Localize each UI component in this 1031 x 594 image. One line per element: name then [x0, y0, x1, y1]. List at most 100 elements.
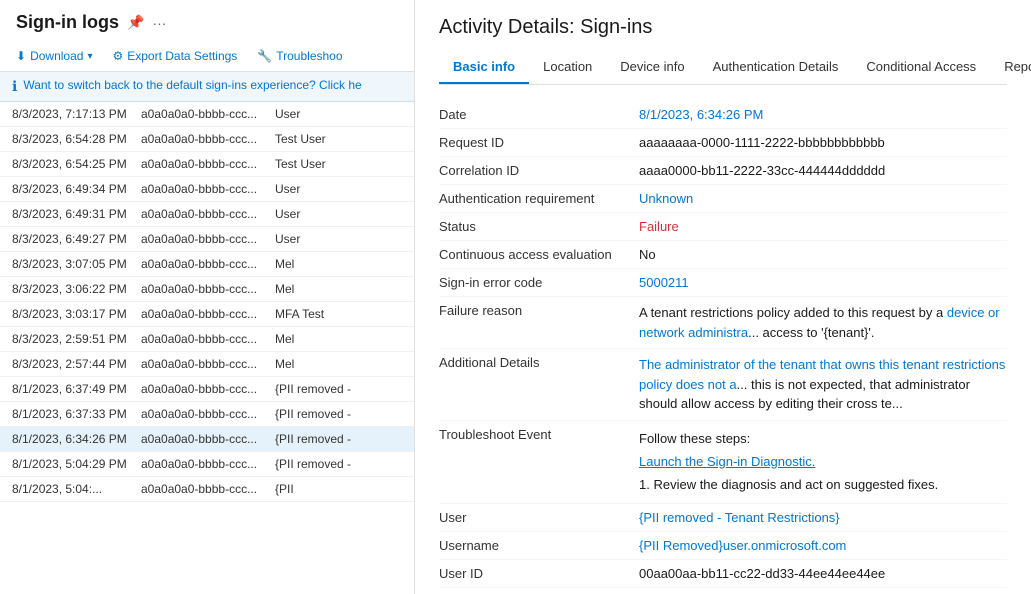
table-row[interactable]: 8/3/2023, 6:49:34 PM a0a0a0a0-bbbb-ccc..… [0, 177, 414, 202]
detail-value: Failure [639, 219, 1007, 234]
detail-value: No [639, 247, 1007, 262]
table-row[interactable]: 8/3/2023, 7:17:13 PM a0a0a0a0-bbbb-ccc..… [0, 102, 414, 127]
table-row[interactable]: 8/3/2023, 3:06:22 PM a0a0a0a0-bbbb-ccc..… [0, 277, 414, 302]
tab-authentication-details[interactable]: Authentication Details [699, 51, 853, 84]
detail-value: 00aa00aa-bb11-cc22-dd33-44ee44ee44ee [639, 566, 1007, 581]
log-id: a0a0a0a0-bbbb-ccc... [141, 132, 271, 146]
detail-label: Username [439, 538, 639, 553]
chevron-down-icon: ▾ [87, 51, 92, 62]
detail-label: Date [439, 107, 639, 122]
log-date: 8/3/2023, 6:54:25 PM [12, 157, 137, 171]
tab-device-info[interactable]: Device info [606, 51, 698, 84]
detail-row: Correlation IDaaaa0000-bb11-2222-33cc-44… [439, 157, 1007, 185]
table-row[interactable]: 8/3/2023, 6:54:25 PM a0a0a0a0-bbbb-ccc..… [0, 152, 414, 177]
table-row[interactable]: 8/1/2023, 6:37:33 PM a0a0a0a0-bbbb-ccc..… [0, 402, 414, 427]
failure-reason-text: A tenant restrictions policy added to th… [639, 305, 1000, 340]
troubleshoot-follow: Follow these steps: [639, 427, 1007, 450]
detail-row: Troubleshoot Event Follow these steps: L… [439, 421, 1007, 504]
detail-value[interactable]: Unknown [639, 191, 1007, 206]
log-id: a0a0a0a0-bbbb-ccc... [141, 282, 271, 296]
table-row[interactable]: 8/1/2023, 6:37:49 PM a0a0a0a0-bbbb-ccc..… [0, 377, 414, 402]
log-user: Mel [275, 282, 402, 296]
log-date: 8/1/2023, 6:37:33 PM [12, 407, 137, 421]
log-id: a0a0a0a0-bbbb-ccc... [141, 457, 271, 471]
tab-basic-info[interactable]: Basic info [439, 51, 529, 84]
troubleshoot-button[interactable]: 🔧 Troubleshoo [249, 45, 350, 67]
detail-label: Request ID [439, 135, 639, 150]
log-user: MFA Test [275, 307, 402, 321]
log-user: Test User [275, 132, 402, 146]
tab-conditional-access[interactable]: Conditional Access [852, 51, 990, 84]
detail-value[interactable]: {PII Removed}user.onmicrosoft.com [639, 538, 1007, 553]
table-row[interactable]: 8/3/2023, 6:54:28 PM a0a0a0a0-bbbb-ccc..… [0, 127, 414, 152]
export-data-settings-button[interactable]: ⚙ Export Data Settings [104, 45, 245, 67]
detail-content: Date8/1/2023, 6:34:26 PMRequest IDaaaaaa… [415, 85, 1031, 594]
detail-row: Date8/1/2023, 6:34:26 PM [439, 101, 1007, 129]
download-button[interactable]: ⬇ Download ▾ [8, 45, 100, 67]
log-date: 8/1/2023, 5:04:... [12, 482, 137, 496]
log-id: a0a0a0a0-bbbb-ccc... [141, 432, 271, 446]
detail-value: The administrator of the tenant that own… [639, 355, 1007, 414]
detail-label: Authentication requirement [439, 191, 639, 206]
detail-label: Correlation ID [439, 163, 639, 178]
log-user: User [275, 107, 402, 121]
detail-value[interactable]: 8/1/2023, 6:34:26 PM [639, 107, 1007, 122]
log-date: 8/3/2023, 3:03:17 PM [12, 307, 137, 321]
table-row[interactable]: 8/3/2023, 3:07:05 PM a0a0a0a0-bbbb-ccc..… [0, 252, 414, 277]
detail-value[interactable]: 5000211 [639, 275, 1007, 290]
table-row[interactable]: 8/3/2023, 3:03:17 PM a0a0a0a0-bbbb-ccc..… [0, 302, 414, 327]
log-date: 8/1/2023, 6:37:49 PM [12, 382, 137, 396]
detail-label: User ID [439, 566, 639, 581]
table-row[interactable]: 8/1/2023, 6:34:26 PM a0a0a0a0-bbbb-ccc..… [0, 427, 414, 452]
log-id: a0a0a0a0-bbbb-ccc... [141, 257, 271, 271]
detail-value: aaaaaaaa-0000-1111-2222-bbbbbbbbbbbb [639, 135, 1007, 150]
troubleshoot-content: Follow these steps: Launch the Sign-in D… [639, 427, 1007, 497]
table-row[interactable]: 8/3/2023, 6:49:31 PM a0a0a0a0-bbbb-ccc..… [0, 202, 414, 227]
detail-label: Sign-in error code [439, 275, 639, 290]
table-row[interactable]: 8/1/2023, 5:04:... a0a0a0a0-bbbb-ccc... … [0, 477, 414, 502]
log-date: 8/3/2023, 6:49:34 PM [12, 182, 137, 196]
detail-title: Activity Details: Sign-ins [439, 16, 1007, 39]
log-date: 8/3/2023, 7:17:13 PM [12, 107, 137, 121]
table-row[interactable]: 8/3/2023, 6:49:27 PM a0a0a0a0-bbbb-ccc..… [0, 227, 414, 252]
log-user: User [275, 232, 402, 246]
settings-icon: ⚙ [112, 49, 123, 63]
log-date: 8/3/2023, 6:54:28 PM [12, 132, 137, 146]
wrench-icon: 🔧 [257, 49, 272, 63]
tab-report-only[interactable]: Report-only [990, 51, 1031, 84]
log-id: a0a0a0a0-bbbb-ccc... [141, 357, 271, 371]
table-row[interactable]: 8/3/2023, 2:57:44 PM a0a0a0a0-bbbb-ccc..… [0, 352, 414, 377]
detail-value[interactable]: {PII removed - Tenant Restrictions} [639, 510, 1007, 525]
left-header: Sign-in logs 📌 ··· [0, 0, 414, 41]
log-id: a0a0a0a0-bbbb-ccc... [141, 307, 271, 321]
log-date: 8/3/2023, 6:49:27 PM [12, 232, 137, 246]
log-id: a0a0a0a0-bbbb-ccc... [141, 207, 271, 221]
log-user: {PII removed - [275, 432, 402, 446]
log-user: Mel [275, 332, 402, 346]
detail-row: Request IDaaaaaaaa-0000-1111-2222-bbbbbb… [439, 129, 1007, 157]
log-date: 8/1/2023, 5:04:29 PM [12, 457, 137, 471]
log-user: {PII [275, 482, 402, 496]
table-row[interactable]: 8/3/2023, 2:59:51 PM a0a0a0a0-bbbb-ccc..… [0, 327, 414, 352]
additional-details-text: The administrator of the tenant that own… [639, 357, 1005, 411]
log-user: {PII removed - [275, 457, 402, 471]
troubleshoot-step: 1. Review the diagnosis and act on sugge… [639, 473, 1007, 496]
log-table: 8/3/2023, 7:17:13 PM a0a0a0a0-bbbb-ccc..… [0, 102, 414, 594]
log-id: a0a0a0a0-bbbb-ccc... [141, 332, 271, 346]
pin-icon[interactable]: 📌 [127, 14, 144, 31]
detail-value: Follow these steps: Launch the Sign-in D… [639, 427, 1007, 497]
info-banner-text[interactable]: Want to switch back to the default sign-… [23, 78, 361, 92]
more-options-icon[interactable]: ··· [152, 15, 166, 31]
table-row[interactable]: 8/1/2023, 5:04:29 PM a0a0a0a0-bbbb-ccc..… [0, 452, 414, 477]
log-user: User [275, 182, 402, 196]
right-panel: Activity Details: Sign-ins Basic infoLoc… [415, 0, 1031, 594]
detail-row: User{PII removed - Tenant Restrictions} [439, 504, 1007, 532]
launch-diagnostic-link[interactable]: Launch the Sign-in Diagnostic. [639, 454, 815, 469]
detail-row: Additional DetailsThe administrator of t… [439, 349, 1007, 421]
log-date: 8/3/2023, 6:49:31 PM [12, 207, 137, 221]
toolbar: ⬇ Download ▾ ⚙ Export Data Settings 🔧 Tr… [0, 41, 414, 72]
log-id: a0a0a0a0-bbbb-ccc... [141, 157, 271, 171]
log-date: 8/3/2023, 3:06:22 PM [12, 282, 137, 296]
tab-location[interactable]: Location [529, 51, 606, 84]
log-id: a0a0a0a0-bbbb-ccc... [141, 232, 271, 246]
